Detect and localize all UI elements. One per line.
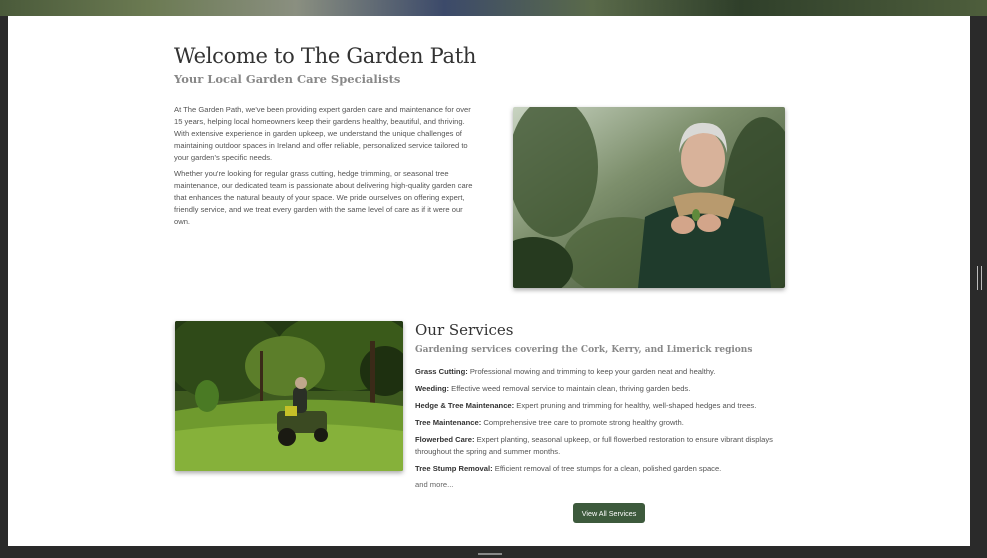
service-description: Comprehensive tree care to promote stron… [481, 418, 684, 427]
mower-photo [175, 321, 403, 471]
services-title: Our Services [415, 321, 514, 339]
welcome-subtitle: Your Local Garden Care Specialists [174, 72, 401, 86]
service-item: Flowerbed Care: Expert planting, seasona… [415, 434, 795, 458]
service-item: Grass Cutting: Professional mowing and t… [415, 366, 795, 378]
service-name: Flowerbed Care: [415, 435, 475, 444]
service-name: Hedge & Tree Maintenance: [415, 401, 515, 410]
service-description: Effective weed removal service to mainta… [449, 384, 691, 393]
intro-paragraph: Whether you're looking for regular grass… [174, 169, 473, 226]
hero-image-edge [0, 0, 987, 16]
welcome-title: Welcome to The Garden Path [174, 44, 477, 68]
and-more-text: and more... [415, 480, 454, 489]
bottom-resize-handle[interactable] [478, 553, 502, 555]
view-all-services-button[interactable]: View All Services [573, 503, 645, 523]
intro-paragraph: At The Garden Path, we've been providing… [174, 105, 471, 162]
intro-text: At The Garden Path, we've been providing… [174, 104, 479, 232]
service-item: Tree Stump Removal: Efficient removal of… [415, 463, 795, 475]
service-name: Tree Stump Removal: [415, 464, 493, 473]
window-border-bottom [0, 546, 987, 558]
service-item: Tree Maintenance: Comprehensive tree car… [415, 417, 795, 429]
service-item: Weeding: Effective weed removal service … [415, 383, 795, 395]
service-description: Expert pruning and trimming for healthy,… [514, 401, 757, 410]
services-subtitle: Gardening services covering the Cork, Ke… [415, 345, 753, 355]
service-item: Hedge & Tree Maintenance: Expert pruning… [415, 400, 795, 412]
service-description: Efficient removal of tree stumps for a c… [492, 464, 722, 473]
service-name: Grass Cutting: [415, 367, 468, 376]
service-name: Weeding: [415, 384, 450, 393]
service-description: Professional mowing and trimming to keep… [467, 367, 716, 376]
service-list: Grass Cutting: Professional mowing and t… [415, 366, 795, 480]
page-content: Welcome to The Garden Path Your Local Ga… [8, 16, 970, 546]
service-name: Tree Maintenance: [415, 418, 482, 427]
gardener-photo [513, 107, 785, 288]
resize-handle[interactable] [977, 266, 982, 290]
window-border-left [0, 16, 8, 546]
